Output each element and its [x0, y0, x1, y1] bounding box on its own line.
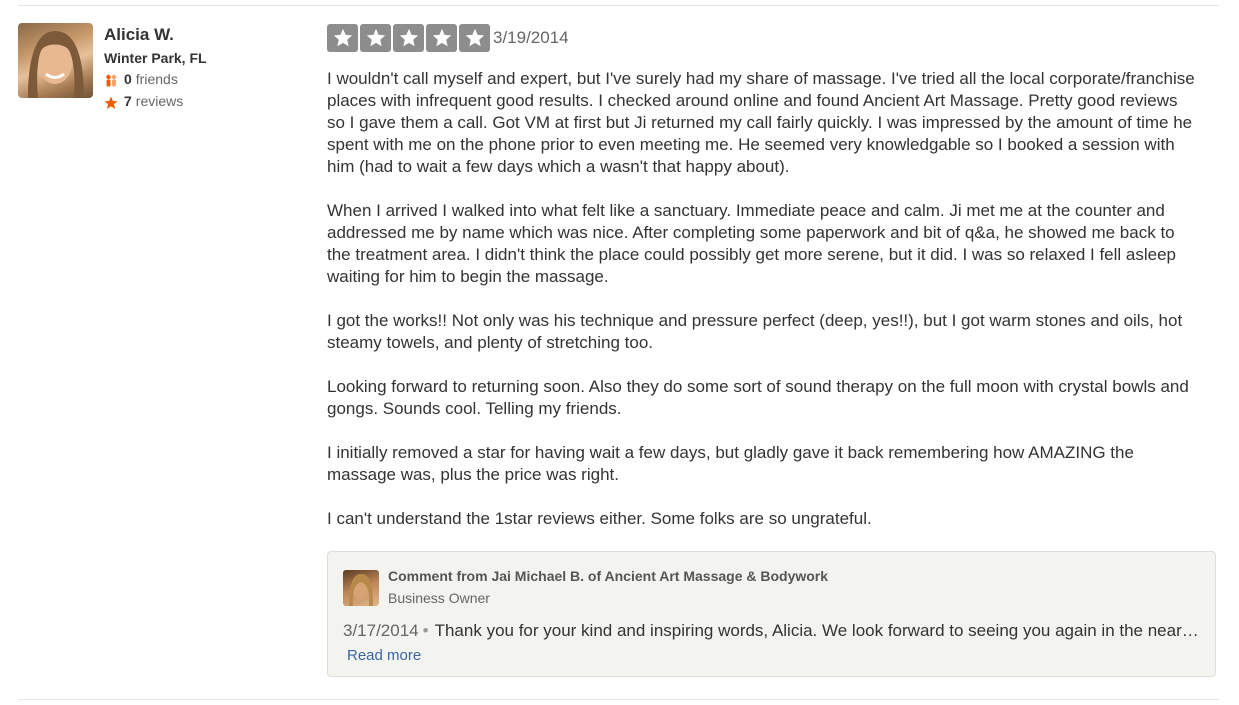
rating-star-4: [426, 24, 457, 52]
rating-star-1: [327, 24, 358, 52]
comment-author: Comment from Jai Michael B. of Ancient A…: [388, 568, 829, 584]
reviews-count: 7: [124, 93, 132, 109]
comment-text: Thank you for your kind and inspiring wo…: [434, 621, 1199, 640]
comment-role: Business Owner: [388, 590, 490, 606]
reviews-stat: 7 reviews: [104, 90, 207, 112]
friends-count: 0: [124, 71, 132, 87]
rating-star-5: [459, 24, 490, 52]
rating-star-2: [360, 24, 391, 52]
reviewer-location: Winter Park, FL: [104, 50, 207, 66]
reviewer-info: Alicia W. Winter Park, FL 0 friends 7 re…: [104, 23, 207, 112]
comment-text-block: 3/17/2014 • Thank you for your kind and in…: [343, 619, 1203, 668]
review-date: 3/19/2014: [493, 28, 569, 47]
owner-avatar[interactable]: [343, 570, 379, 606]
star-rating: [327, 24, 490, 52]
review-body: I wouldn't call myself and expert, but I…: [327, 68, 1199, 552]
friends-icon: [104, 72, 118, 87]
reviewer-avatar[interactable]: [18, 23, 93, 98]
read-more-link[interactable]: Read more: [347, 647, 421, 664]
review-paragraph: I wouldn't call myself and expert, but I…: [327, 69, 1195, 176]
top-divider: [18, 5, 1219, 6]
comment-date: 3/17/2014: [343, 621, 419, 640]
rating-star-3: [393, 24, 424, 52]
bottom-divider: [18, 699, 1219, 700]
friends-label: friends: [135, 71, 178, 87]
review-paragraph: Looking forward to returning soon. Also …: [327, 377, 1189, 418]
reviews-label: reviews: [135, 93, 184, 109]
owner-comment-box: Comment from Jai Michael B. of Ancient A…: [327, 551, 1216, 677]
friends-stat: 0 friends: [104, 68, 207, 90]
review-paragraph: I initially removed a star for having wa…: [327, 443, 1134, 484]
review-paragraph: When I arrived I walked into what felt l…: [327, 201, 1176, 286]
comment-separator: •: [422, 621, 429, 640]
review-paragraph: I got the works!! Not only was his techn…: [327, 311, 1183, 352]
reviewer-name[interactable]: Alicia W.: [104, 24, 207, 46]
star-icon: [104, 94, 118, 109]
review-paragraph: I can't understand the 1star reviews eit…: [327, 509, 872, 528]
